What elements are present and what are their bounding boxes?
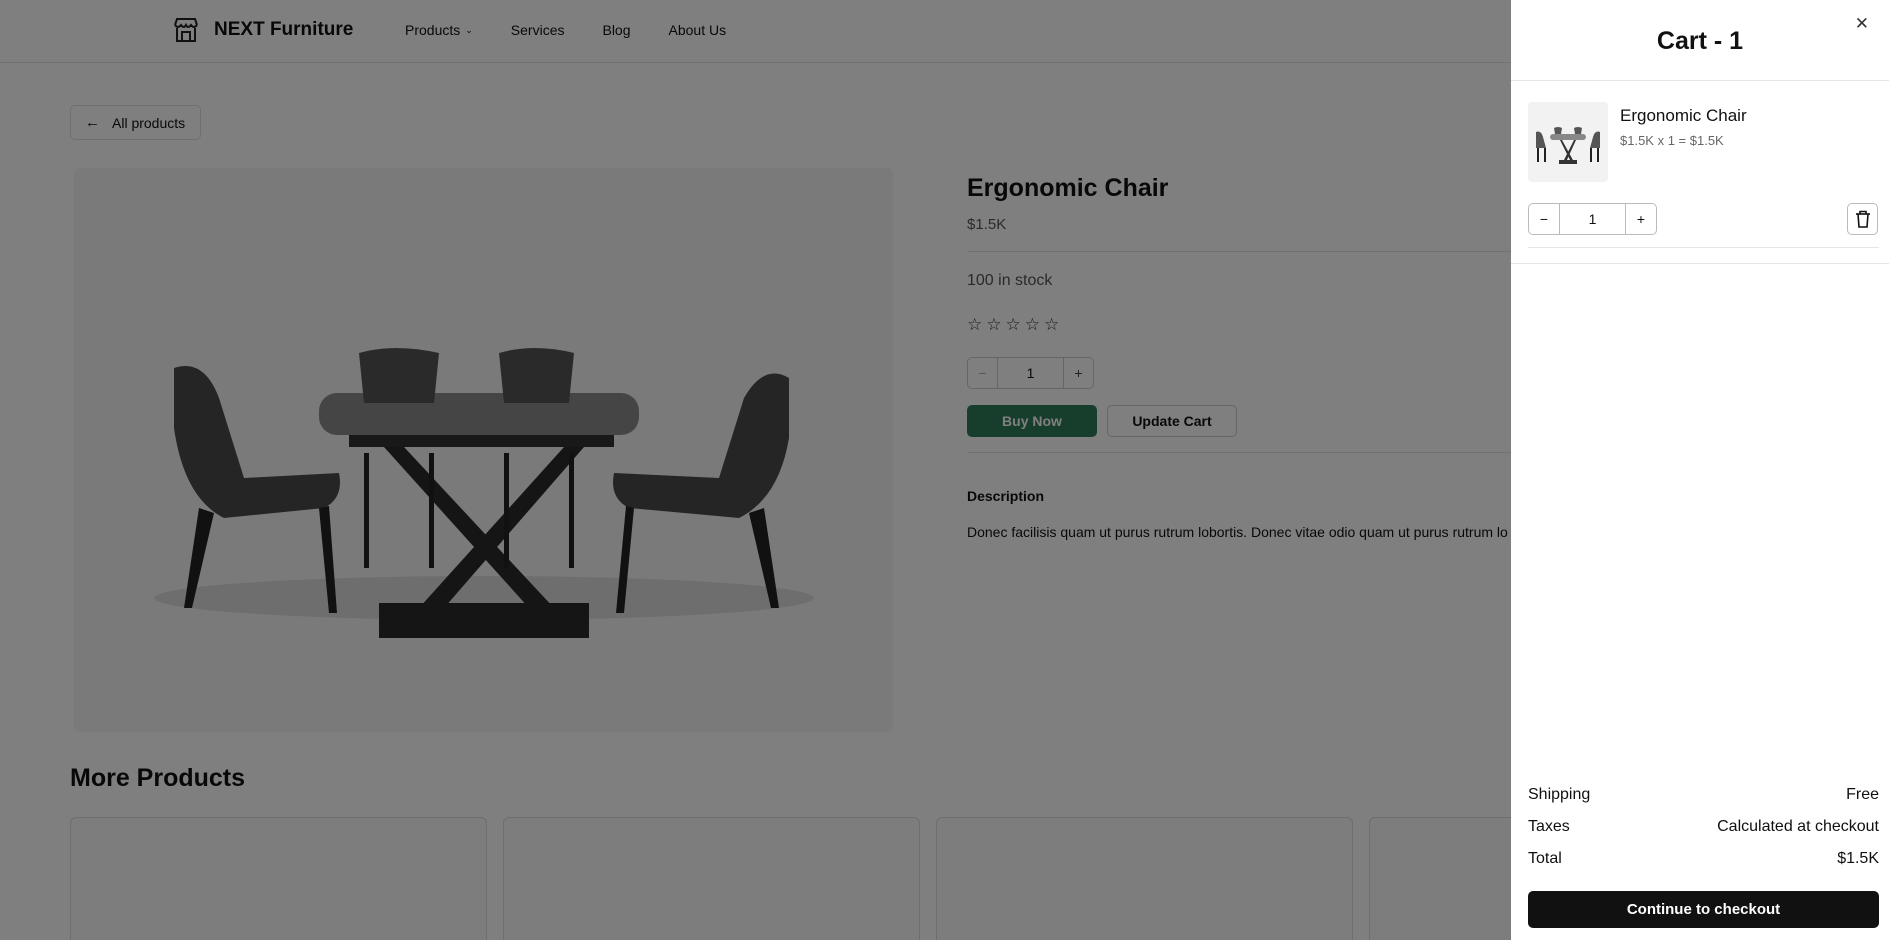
- cart-drawer: ✕ Cart - 1 Ergonomic Chair $1.5K x 1 = $…: [1511, 0, 1889, 940]
- shipping-value: Free: [1846, 786, 1879, 803]
- remove-item-button[interactable]: [1847, 203, 1878, 235]
- shipping-row: Shipping Free: [1528, 786, 1879, 804]
- cart-quantity-stepper: − 1 +: [1528, 203, 1657, 235]
- taxes-label: Taxes: [1528, 818, 1570, 835]
- cart-item-thumbnail: [1528, 102, 1608, 182]
- cart-quantity-input[interactable]: 1: [1560, 203, 1625, 235]
- taxes-value: Calculated at checkout: [1717, 818, 1879, 835]
- decrease-quantity-button[interactable]: −: [1528, 203, 1560, 235]
- divider: [1511, 263, 1889, 264]
- taxes-row: Taxes Calculated at checkout: [1528, 818, 1879, 836]
- trash-icon: [1855, 210, 1870, 228]
- total-label: Total: [1528, 850, 1562, 867]
- modal-backdrop[interactable]: [0, 0, 1511, 940]
- divider: [1528, 247, 1879, 248]
- shipping-label: Shipping: [1528, 786, 1591, 803]
- total-row: Total $1.5K: [1528, 850, 1879, 868]
- cart-item-name: Ergonomic Chair: [1620, 106, 1747, 125]
- total-value: $1.5K: [1837, 850, 1879, 867]
- dining-set-thumbnail: [1528, 102, 1608, 182]
- divider: [1511, 80, 1889, 81]
- increase-quantity-button[interactable]: +: [1625, 203, 1657, 235]
- continue-to-checkout-button[interactable]: Continue to checkout: [1528, 891, 1879, 928]
- cart-title: Cart - 1: [1656, 27, 1744, 55]
- cart-item-subtotal: $1.5K x 1 = $1.5K: [1620, 133, 1724, 148]
